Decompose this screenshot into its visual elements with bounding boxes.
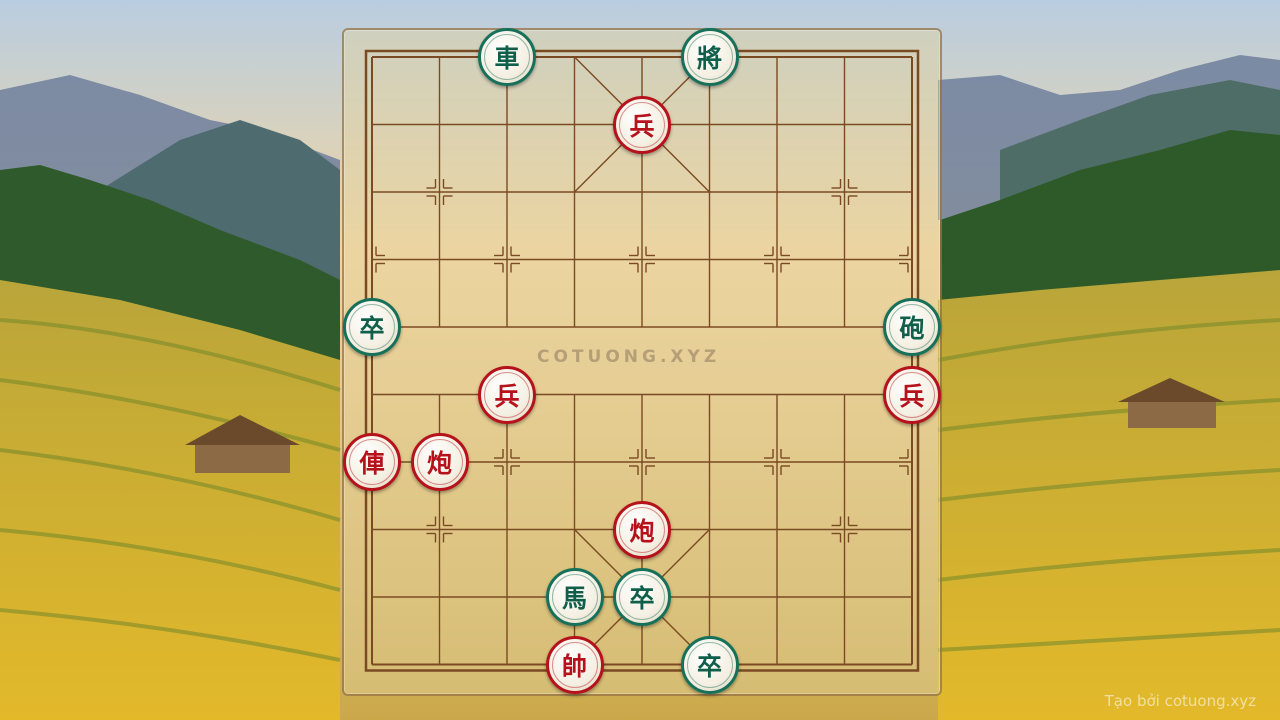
black-soldier-label: 卒 (629, 584, 655, 613)
black-chariot-piece[interactable]: 車 (478, 28, 536, 86)
black-soldier-label: 卒 (359, 314, 385, 343)
black-cannon-label: 砲 (899, 314, 925, 343)
red-soldier-piece[interactable]: 兵 (883, 365, 941, 424)
board-watermark: COTUONG.XYZ (537, 347, 721, 367)
red-general-piece[interactable]: 帥 (545, 635, 604, 694)
black-soldier-label: 卒 (696, 651, 722, 681)
black-chariot-label: 車 (494, 44, 520, 73)
red-chariot-piece[interactable]: 俥 (343, 433, 401, 491)
credit-text: Tạo bởi cotuong.xyz (1104, 692, 1256, 710)
red-general-label: 帥 (561, 651, 587, 681)
black-cannon-piece[interactable]: 砲 (883, 298, 941, 356)
black-horse-piece[interactable]: 馬 (545, 568, 604, 626)
red-chariot-label: 俥 (359, 449, 385, 478)
black-general-piece[interactable]: 將 (680, 28, 739, 86)
red-soldier-piece[interactable]: 兵 (478, 365, 536, 424)
red-cannon-piece[interactable]: 炮 (410, 433, 469, 491)
black-soldier-piece[interactable]: 卒 (680, 635, 739, 694)
black-soldier-piece[interactable]: 卒 (343, 298, 401, 356)
red-soldier-piece[interactable]: 兵 (613, 95, 671, 154)
black-soldier-piece[interactable]: 卒 (613, 568, 671, 626)
red-cannon-piece[interactable]: 炮 (613, 500, 671, 559)
red-soldier-label: 兵 (629, 111, 655, 141)
red-cannon-label: 炮 (629, 516, 655, 546)
black-general-label: 將 (696, 44, 722, 73)
black-horse-label: 馬 (561, 584, 587, 613)
red-soldier-label: 兵 (494, 381, 520, 411)
red-soldier-label: 兵 (899, 381, 925, 411)
red-cannon-label: 炮 (426, 449, 452, 478)
